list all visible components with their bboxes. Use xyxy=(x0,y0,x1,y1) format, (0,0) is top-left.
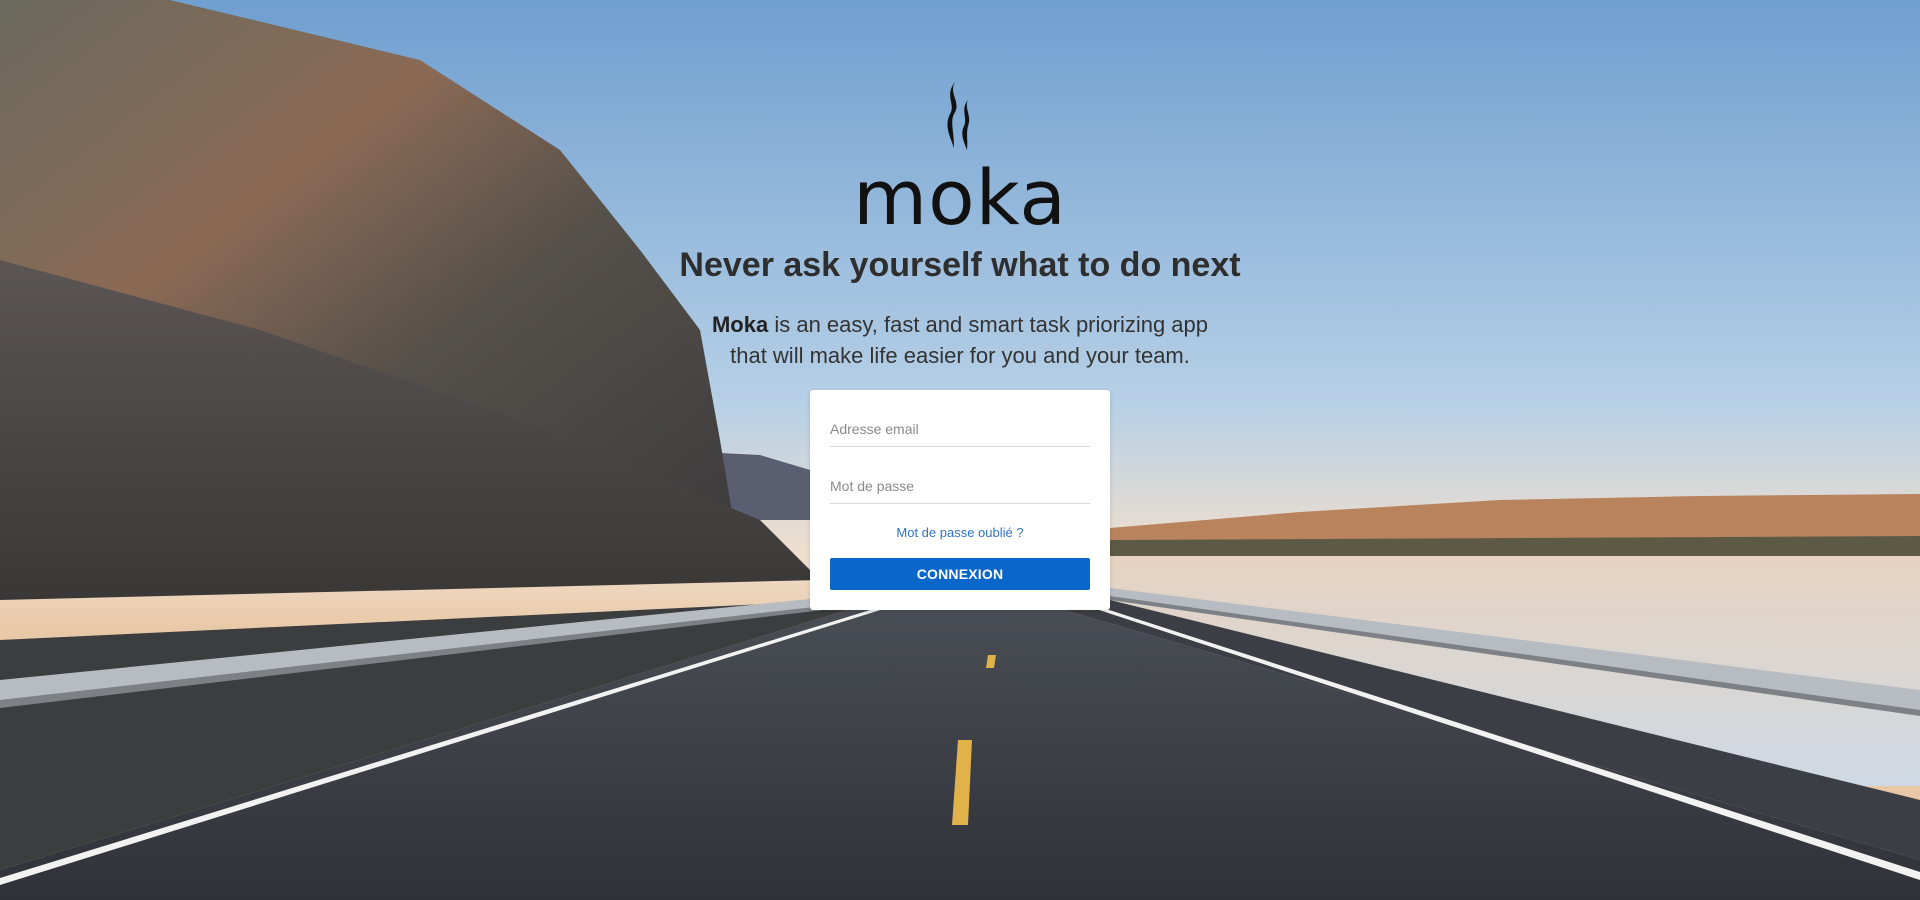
page-headline: Never ask yourself what to do next xyxy=(679,246,1241,284)
page-tagline: Moka is an easy, fast and smart task pri… xyxy=(660,309,1260,371)
tagline-text-line2: that will make life easier for you and y… xyxy=(730,343,1190,368)
brand-wordmark: moka xyxy=(853,153,1067,242)
email-field[interactable] xyxy=(830,412,1090,447)
password-field[interactable] xyxy=(830,469,1090,504)
login-form: Mot de passe oublié ? CONNEXION xyxy=(810,390,1110,610)
forgot-password-link[interactable]: Mot de passe oublié ? xyxy=(830,525,1090,540)
steam-icon xyxy=(947,82,970,150)
login-button[interactable]: CONNEXION xyxy=(830,558,1090,590)
main-content: moka Never ask yourself what to do next … xyxy=(0,0,1920,900)
login-page: moka Never ask yourself what to do next … xyxy=(0,0,1920,900)
tagline-brand: Moka xyxy=(711,312,769,337)
brand-logo: moka xyxy=(850,78,1070,238)
tagline-text-line1: is an easy, fast and smart task priorizi… xyxy=(768,312,1209,337)
